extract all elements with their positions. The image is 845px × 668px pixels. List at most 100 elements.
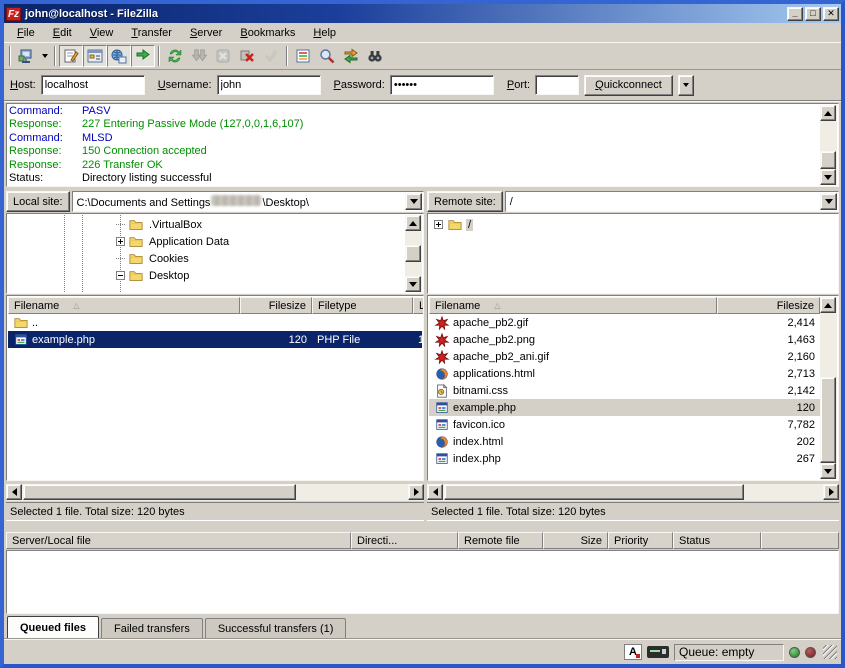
remote-file-row[interactable]: apache_pb2.png1,463 — [429, 331, 820, 348]
remote-site-combobox[interactable]: / — [505, 191, 839, 212]
local-hscroll-left-icon[interactable] — [6, 484, 22, 500]
log-scroll-down-icon[interactable] — [820, 169, 836, 185]
queue-column-server-local-file[interactable]: Server/Local file — [6, 532, 351, 549]
log-scrollbar[interactable] — [820, 105, 837, 185]
menu-help[interactable]: Help — [304, 25, 345, 41]
menu-server[interactable]: Server — [181, 25, 231, 41]
remote-list-scrollbar[interactable] — [820, 297, 837, 479]
reconnect-button[interactable] — [259, 45, 283, 67]
resize-grip[interactable] — [823, 645, 837, 659]
remote-file-row[interactable]: applications.html2,713 — [429, 365, 820, 382]
local-file-row[interactable]: .. — [8, 314, 422, 331]
toggle-remote-tree-button[interactable] — [107, 45, 131, 67]
file-search-button[interactable] — [315, 45, 339, 67]
local-tree-scroll-thumb[interactable] — [405, 245, 421, 262]
local-hscroll-thumb[interactable] — [23, 484, 296, 500]
remote-hscroll-right-icon[interactable] — [823, 484, 839, 500]
local-file-cell — [312, 314, 413, 331]
directory-comparison-button[interactable] — [363, 45, 387, 67]
host-input[interactable] — [41, 75, 145, 95]
queue-column-status[interactable]: Status — [673, 532, 761, 549]
menu-view[interactable]: View — [81, 25, 123, 41]
queue-column-remote-file[interactable]: Remote file — [458, 532, 543, 549]
log-scroll-up-icon[interactable] — [820, 105, 836, 121]
remote-list-scroll-up-icon[interactable] — [820, 297, 836, 313]
remote-list-scroll-down-icon[interactable] — [820, 463, 836, 479]
menu-transfer[interactable]: Transfer — [122, 25, 181, 41]
local-tree-scrollbar[interactable] — [405, 215, 422, 292]
remote-list-scroll-thumb[interactable] — [820, 377, 836, 463]
remote-tree-item[interactable]: / — [429, 216, 837, 233]
column-header-filesize[interactable]: Filesize — [240, 297, 312, 314]
quickconnect-dropdown[interactable] — [678, 75, 694, 96]
toolbar-separator — [286, 46, 288, 66]
local-tree-item[interactable]: Cookies — [8, 250, 422, 267]
tab-successful-transfers-1[interactable]: Successful transfers (1) — [205, 618, 347, 638]
queue-column-size[interactable]: Size — [543, 532, 608, 549]
close-button[interactable]: ✕ — [823, 7, 839, 21]
remote-file-row[interactable]: favicon.ico7,782 — [429, 416, 820, 433]
quickconnect-bar: Host: Username: Password: Port: Quickcon… — [4, 70, 841, 101]
remote-file-row[interactable]: apache_pb2.gif2,414 — [429, 314, 820, 331]
local-tree-item[interactable]: Application Data — [8, 233, 422, 250]
toggle-message-log-button[interactable] — [59, 45, 83, 67]
tab-queued-files[interactable]: Queued files — [7, 616, 99, 638]
local-tree-scroll-down-icon[interactable] — [405, 276, 421, 292]
queue-column-directi-[interactable]: Directi... — [351, 532, 458, 549]
remote-list-hscrollbar[interactable] — [427, 484, 839, 501]
menu-bookmarks[interactable]: Bookmarks — [231, 25, 304, 41]
column-header-filesize[interactable]: Filesize — [717, 297, 820, 314]
menu-file[interactable]: File — [8, 25, 44, 41]
remote-hscroll-left-icon[interactable] — [427, 484, 443, 500]
remote-file-row[interactable]: apache_pb2_ani.gif2,160 — [429, 348, 820, 365]
local-tree-scroll-up-icon[interactable] — [405, 215, 421, 231]
cancel-operation-button[interactable] — [211, 45, 235, 67]
local-tree-item[interactable]: Desktop — [8, 267, 422, 284]
remote-file-cell: 2,160 — [717, 348, 820, 365]
speedlimit-icon[interactable] — [647, 646, 669, 658]
log-scroll-thumb[interactable] — [820, 151, 836, 169]
username-input[interactable] — [217, 75, 321, 95]
process-queue-button[interactable] — [187, 45, 211, 67]
local-list-hscrollbar[interactable] — [6, 484, 424, 501]
tree-row: .VirtualBoxApplication DataCookiesDeskto… — [4, 213, 841, 294]
column-header-last-modified[interactable]: Last modified — [413, 297, 424, 314]
host-label: Host: — [10, 79, 36, 91]
toggle-local-tree-button[interactable] — [83, 45, 107, 67]
remote-file-row[interactable]: bitnami.css2,142 — [429, 382, 820, 399]
local-site-combobox[interactable]: C:\Documents and Settings\Desktop\ — [72, 191, 424, 212]
expand-icon[interactable] — [116, 237, 125, 246]
disconnect-button[interactable] — [235, 45, 259, 67]
minimize-button[interactable]: _ — [787, 7, 803, 21]
local-hscroll-right-icon[interactable] — [408, 484, 424, 500]
local-file-row[interactable]: example.php120PHP File1 — [8, 331, 422, 348]
column-header-filename[interactable]: Filename△ — [8, 297, 240, 314]
image-icon — [434, 333, 450, 347]
column-header-filetype[interactable]: Filetype — [312, 297, 413, 314]
remote-file-row[interactable]: example.php120 — [429, 399, 820, 416]
toggle-queue-button[interactable] — [131, 45, 155, 67]
maximize-button[interactable]: □ — [805, 7, 821, 21]
refresh-button[interactable] — [163, 45, 187, 67]
remote-file-row[interactable]: index.html202 — [429, 433, 820, 450]
filter-button[interactable] — [291, 45, 315, 67]
expand-icon[interactable] — [434, 220, 443, 229]
remote-hscroll-thumb[interactable] — [444, 484, 744, 500]
synchronized-browsing-button[interactable] — [339, 45, 363, 67]
menu-edit[interactable]: Edit — [44, 25, 81, 41]
local-file-cell: 120 — [240, 331, 312, 348]
port-input[interactable] — [535, 75, 579, 95]
column-header-filename[interactable]: Filename△ — [429, 297, 717, 314]
password-input[interactable] — [390, 75, 494, 95]
site-manager-button[interactable] — [14, 45, 38, 67]
collapse-icon[interactable] — [116, 271, 125, 280]
remote-site-dropdown[interactable] — [820, 193, 837, 210]
remote-file-row[interactable]: index.php267 — [429, 450, 820, 467]
queue-column-priority[interactable]: Priority — [608, 532, 673, 549]
local-site-dropdown[interactable] — [405, 193, 422, 210]
filename-text: bitnami.css — [453, 385, 508, 397]
tab-failed-transfers[interactable]: Failed transfers — [101, 618, 203, 638]
site-manager-dropdown[interactable] — [38, 45, 51, 67]
local-tree-item[interactable]: .VirtualBox — [8, 216, 422, 233]
quickconnect-button[interactable]: Quickconnect — [584, 75, 673, 96]
